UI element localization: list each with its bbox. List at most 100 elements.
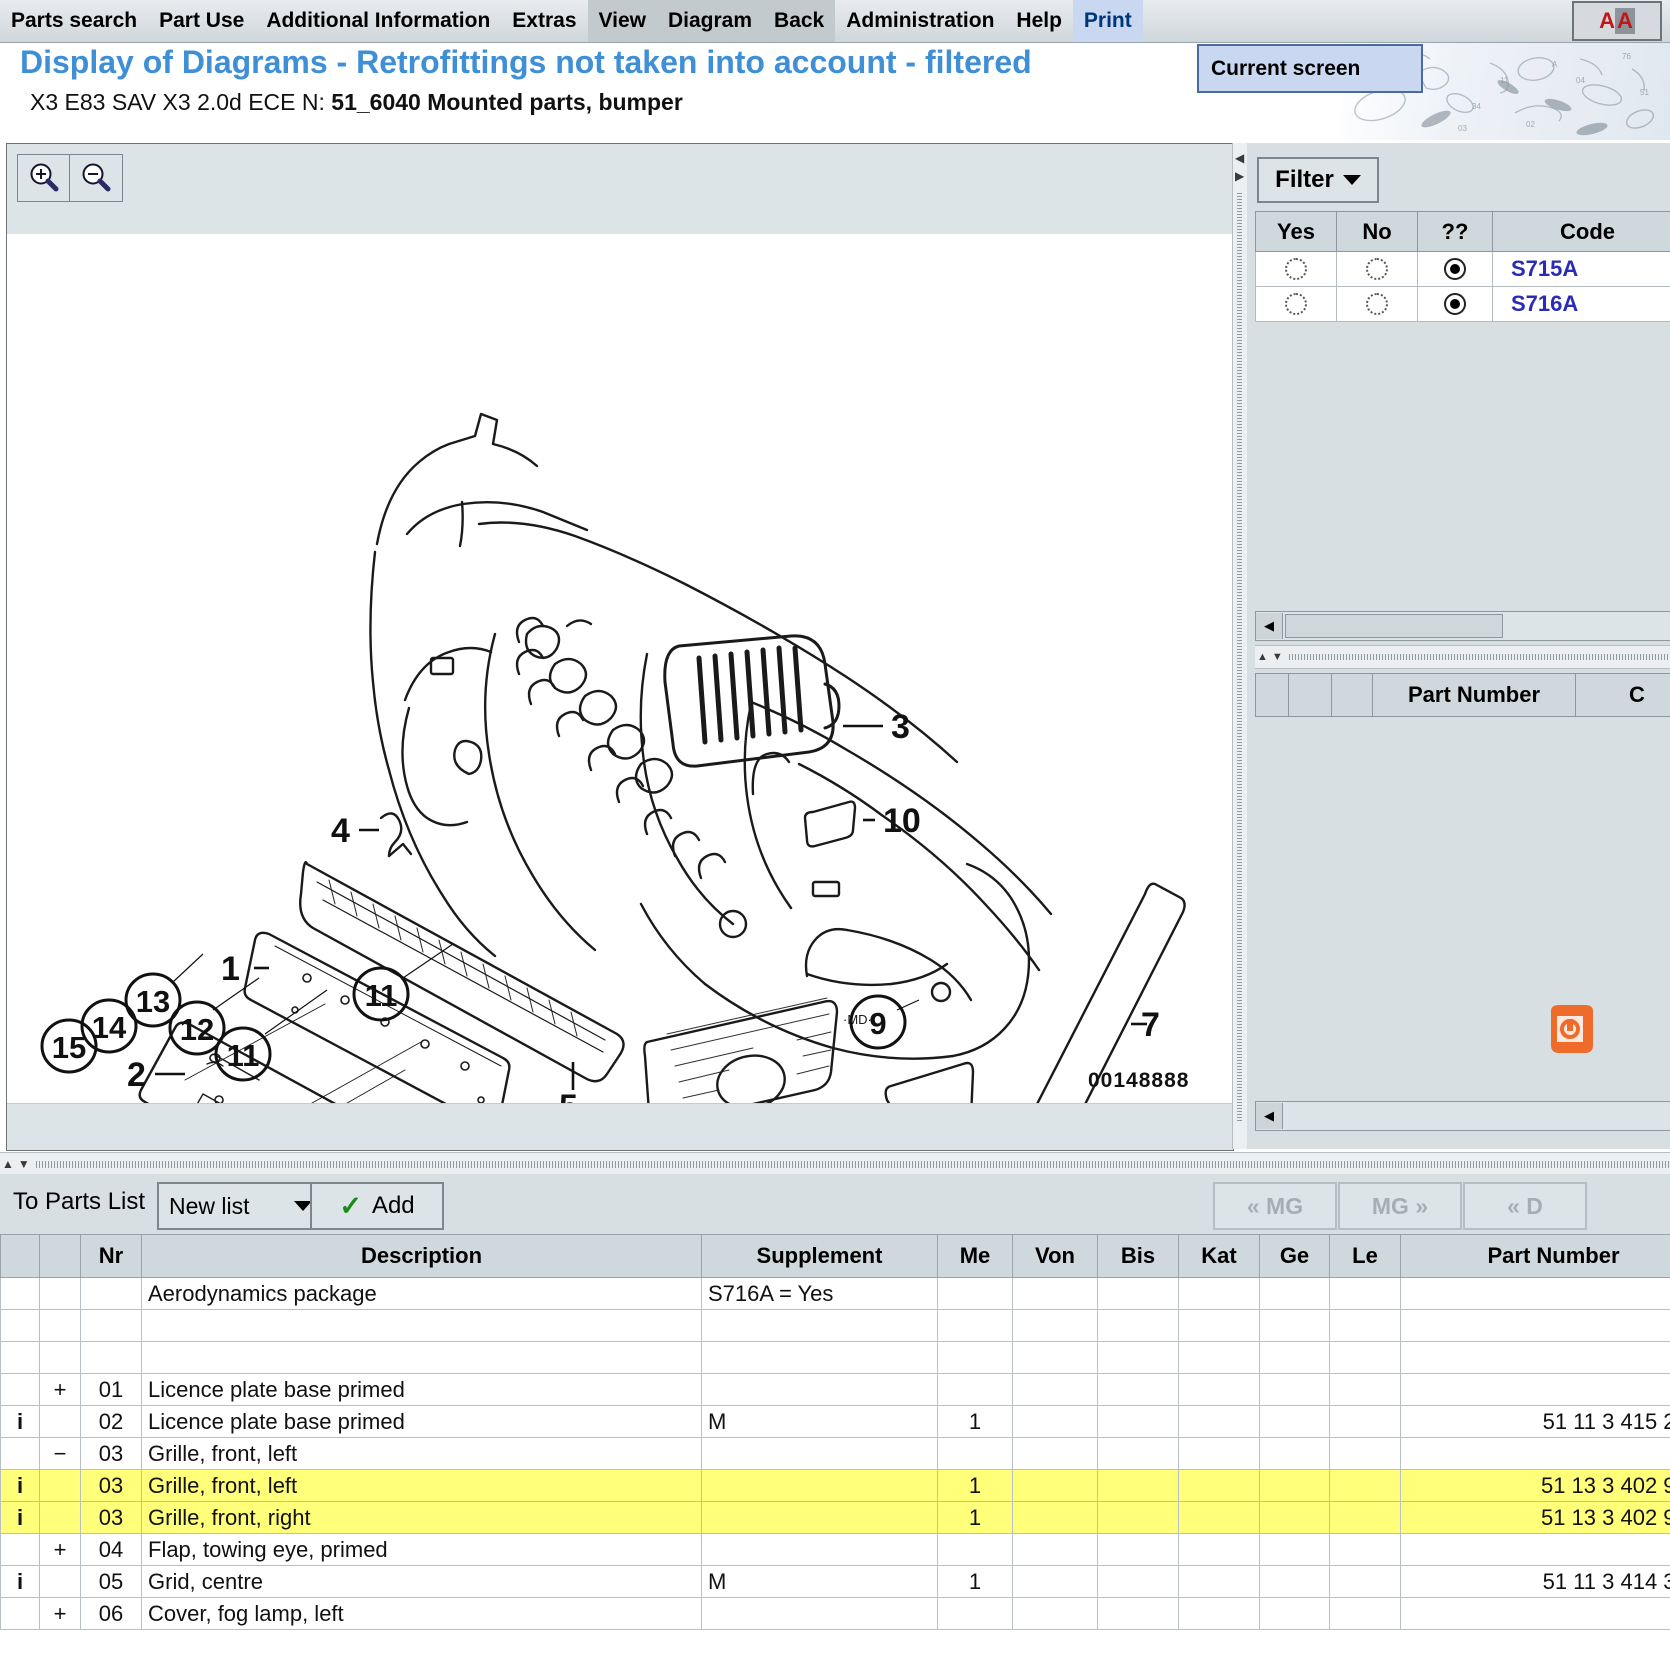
diagram-canvas[interactable]: ·MD· 3 10 1 2 7 4 15 14 13 12 11 11 9 <box>7 234 1233 1150</box>
col-ge[interactable]: Ge <box>1259 1234 1330 1278</box>
menu-back[interactable]: Back <box>763 0 836 42</box>
col-bis[interactable]: Bis <box>1097 1234 1179 1278</box>
row-expand-toggle[interactable] <box>39 1405 81 1438</box>
pn-col-blank-1[interactable] <box>1255 673 1289 717</box>
pn-col-blank-2[interactable] <box>1288 673 1332 717</box>
pn-col-part-number[interactable]: Part Number <box>1372 673 1576 717</box>
table-row[interactable] <box>0 1341 1670 1374</box>
splitter-grip[interactable] <box>1237 193 1242 1123</box>
col-kat[interactable]: Kat <box>1178 1234 1260 1278</box>
code-col-no[interactable]: No <box>1336 211 1418 252</box>
code-table-horizontal-scrollbar[interactable]: ◀ <box>1255 611 1670 641</box>
splitter-down-icon[interactable]: ▼ <box>1270 651 1285 663</box>
table-row[interactable]: i 05Grid, centreM1 51 11 3 414 307 <box>0 1565 1670 1598</box>
print-menu-item-current-screen[interactable]: Current screen <box>1199 57 1360 81</box>
col-description[interactable]: Description <box>141 1234 702 1278</box>
code-row-yes-cell[interactable] <box>1255 251 1337 287</box>
pn-col-c[interactable]: C <box>1575 673 1670 717</box>
row-expand-toggle[interactable] <box>39 1501 81 1534</box>
menu-administration[interactable]: Administration <box>835 0 1005 42</box>
code-row-unknown-cell[interactable] <box>1417 286 1493 322</box>
row-info-icon[interactable]: i <box>0 1565 40 1598</box>
row-info-icon[interactable] <box>0 1277 40 1310</box>
filter-button[interactable]: Filter <box>1257 157 1379 203</box>
zoom-out-button[interactable] <box>69 154 123 202</box>
menu-extras[interactable]: Extras <box>501 0 587 42</box>
vertical-splitter[interactable]: ◀ ▶ <box>1232 143 1248 1149</box>
scroll-left-icon-2[interactable]: ◀ <box>1256 1103 1283 1129</box>
menu-help[interactable]: Help <box>1005 0 1073 42</box>
code-row-value[interactable]: S716A <box>1492 286 1670 322</box>
row-info-icon[interactable]: i <box>0 1469 40 1502</box>
menu-view[interactable]: View <box>587 0 657 42</box>
table-row[interactable]: i 03Grille, front, left 1 51 13 3 402 909 <box>0 1469 1670 1502</box>
col-supplement[interactable]: Supplement <box>701 1234 938 1278</box>
col-von[interactable]: Von <box>1012 1234 1098 1278</box>
parts-list-select[interactable]: New list <box>157 1182 324 1230</box>
row-info-icon[interactable]: i <box>0 1405 40 1438</box>
nav-prev-d-button[interactable]: « D <box>1463 1182 1587 1230</box>
table-row[interactable]: i 03Grille, front, right 1 51 13 3 402 910 <box>0 1501 1670 1534</box>
main-splitter-down-icon[interactable]: ▼ <box>16 1157 32 1171</box>
code-table-row[interactable]: S715A <box>1255 251 1670 287</box>
pn-col-blank-3[interactable] <box>1331 673 1373 717</box>
radio-yes[interactable] <box>1285 293 1307 315</box>
code-col-code[interactable]: Code <box>1492 211 1670 252</box>
table-row[interactable]: −03 Grille, front, left <box>0 1437 1670 1470</box>
row-expand-toggle[interactable]: + <box>39 1533 81 1566</box>
menu-parts-search[interactable]: Parts search <box>0 0 148 42</box>
splitter-up-icon[interactable]: ▲ <box>1255 651 1270 663</box>
menu-part-use[interactable]: Part Use <box>148 0 255 42</box>
row-expand-toggle[interactable] <box>39 1469 81 1502</box>
col-info[interactable] <box>0 1234 40 1278</box>
code-row-no-cell[interactable] <box>1336 251 1418 287</box>
main-splitter-up-icon[interactable]: ▲ <box>0 1157 16 1171</box>
code-row-yes-cell[interactable] <box>1255 286 1337 322</box>
row-expand-toggle[interactable] <box>39 1341 81 1374</box>
col-expand[interactable] <box>39 1234 81 1278</box>
row-expand-toggle[interactable]: + <box>39 1597 81 1630</box>
menu-print[interactable]: Print <box>1072 0 1143 42</box>
scrollbar-thumb[interactable] <box>1285 614 1503 638</box>
col-part-number[interactable]: Part Number <box>1400 1234 1670 1278</box>
radio-unknown[interactable] <box>1444 258 1466 280</box>
language-toggle-icon[interactable]: A A <box>1572 1 1662 41</box>
radio-no[interactable] <box>1366 258 1388 280</box>
row-info-icon[interactable]: i <box>0 1501 40 1534</box>
print-dropdown-menu[interactable]: Current screen <box>1197 44 1423 93</box>
code-row-no-cell[interactable] <box>1336 286 1418 322</box>
warning-badge-icon[interactable] <box>1547 1003 1593 1055</box>
code-table-row[interactable]: S716A <box>1255 286 1670 322</box>
col-le[interactable]: Le <box>1329 1234 1401 1278</box>
part-number-horizontal-scrollbar[interactable]: ◀ <box>1255 1101 1670 1131</box>
scroll-left-icon[interactable]: ◀ <box>1256 613 1283 639</box>
nav-prev-mg-button[interactable]: « MG <box>1213 1182 1337 1230</box>
table-row[interactable]: +06 Cover, fog lamp, left <box>0 1597 1670 1630</box>
row-info-icon[interactable] <box>0 1341 40 1374</box>
table-row[interactable] <box>0 1309 1670 1342</box>
right-panel-splitter[interactable]: ▲ ▼ <box>1255 645 1670 669</box>
table-row[interactable]: +01 Licence plate base primed <box>0 1373 1670 1406</box>
add-button[interactable]: ✓ Add <box>310 1182 444 1230</box>
row-info-icon[interactable] <box>0 1597 40 1630</box>
radio-no[interactable] <box>1366 293 1388 315</box>
radio-unknown[interactable] <box>1444 293 1466 315</box>
zoom-in-button[interactable] <box>17 154 71 202</box>
row-info-icon[interactable] <box>0 1373 40 1406</box>
table-row[interactable]: i 02 Licence plate base primed M 1 51 11 3 41… <box>0 1405 1670 1438</box>
col-nr[interactable]: Nr <box>80 1234 142 1278</box>
row-expand-toggle[interactable] <box>39 1309 81 1342</box>
radio-yes[interactable] <box>1285 258 1307 280</box>
table-row[interactable]: Aerodynamics package S716A = Yes <box>0 1277 1670 1310</box>
main-horizontal-splitter[interactable]: ▲ ▼ <box>0 1152 1670 1176</box>
row-expand-toggle[interactable]: + <box>39 1373 81 1406</box>
splitter-collapse-left-icon[interactable]: ◀ <box>1235 151 1244 165</box>
parts-table-container[interactable]: Nr Description Supplement Me Von Bis Kat… <box>0 1234 1670 1672</box>
col-me[interactable]: Me <box>937 1234 1013 1278</box>
code-col-unknown[interactable]: ?? <box>1417 211 1493 252</box>
row-info-icon[interactable] <box>0 1309 40 1342</box>
row-info-icon[interactable] <box>0 1437 40 1470</box>
nav-next-mg-button[interactable]: MG » <box>1338 1182 1462 1230</box>
table-row[interactable]: +04 Flap, towing eye, primed <box>0 1533 1670 1566</box>
row-expand-toggle[interactable] <box>39 1565 81 1598</box>
